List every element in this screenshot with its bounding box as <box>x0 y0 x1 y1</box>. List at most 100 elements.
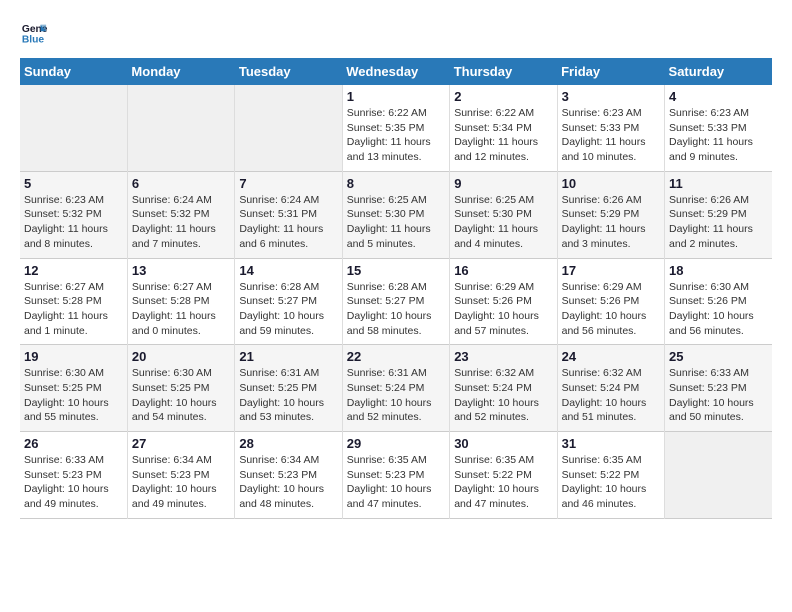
calendar-cell: 23Sunrise: 6:32 AMSunset: 5:24 PMDayligh… <box>450 345 557 432</box>
calendar-header-row: SundayMondayTuesdayWednesdayThursdayFrid… <box>20 58 772 85</box>
day-info: Sunrise: 6:29 AMSunset: 5:26 PMDaylight:… <box>454 280 552 339</box>
weekday-header: Saturday <box>665 58 772 85</box>
calendar-cell: 31 Sunrise: 6:35 AMSunset: 5:22 PMDayligh… <box>557 432 664 519</box>
day-number: 21 <box>239 349 337 364</box>
day-number: 5 <box>24 176 123 191</box>
day-number: 16 <box>454 263 552 278</box>
day-info: Sunrise: 6:33 AMSunset: 5:23 PMDaylight:… <box>669 366 768 425</box>
day-number: 12 <box>24 263 123 278</box>
day-info: Sunrise: 6:30 AMSunset: 5:25 PMDaylight:… <box>132 366 230 425</box>
day-info: Sunrise: 6:28 AMSunset: 5:27 PMDaylight:… <box>239 280 337 339</box>
calendar-cell: 18Sunrise: 6:30 AMSunset: 5:26 PMDayligh… <box>665 258 772 345</box>
day-number: 24 <box>562 349 660 364</box>
logo: General Blue <box>20 20 50 48</box>
calendar-cell: 14Sunrise: 6:28 AMSunset: 5:27 PMDayligh… <box>235 258 342 345</box>
day-number: 30 <box>454 436 552 451</box>
calendar-week-row: 1 Sunrise: 6:22 AMSunset: 5:35 PMDaylight… <box>20 85 772 171</box>
day-number: 7 <box>239 176 337 191</box>
day-info: Sunrise: 6:34 AMSunset: 5:23 PMDaylight:… <box>239 453 337 512</box>
day-number: 6 <box>132 176 230 191</box>
day-info: Sunrise: 6:24 AMSunset: 5:31 PMDaylight:… <box>239 193 337 252</box>
calendar-week-row: 26 Sunrise: 6:33 AMSunset: 5:23 PMDayligh… <box>20 432 772 519</box>
day-number: 17 <box>562 263 660 278</box>
day-info: Sunrise: 6:30 AMSunset: 5:25 PMDaylight:… <box>24 366 123 425</box>
calendar-cell: 5 Sunrise: 6:23 AMSunset: 5:32 PMDaylight… <box>20 171 127 258</box>
day-number: 27 <box>132 436 230 451</box>
day-number: 9 <box>454 176 552 191</box>
calendar-cell: 13 Sunrise: 6:27 AMSunset: 5:28 PMDayligh… <box>127 258 234 345</box>
weekday-header: Monday <box>127 58 234 85</box>
calendar-cell: 12 Sunrise: 6:27 AMSunset: 5:28 PMDayligh… <box>20 258 127 345</box>
day-info: Sunrise: 6:23 AMSunset: 5:33 PMDaylight:… <box>562 106 660 165</box>
calendar-cell <box>20 85 127 171</box>
day-number: 3 <box>562 89 660 104</box>
logo-icon: General Blue <box>20 20 48 48</box>
day-number: 23 <box>454 349 552 364</box>
weekday-header: Friday <box>557 58 664 85</box>
day-number: 31 <box>562 436 660 451</box>
calendar-cell <box>665 432 772 519</box>
calendar-cell: 11 Sunrise: 6:26 AMSunset: 5:29 PMDayligh… <box>665 171 772 258</box>
day-info: Sunrise: 6:29 AMSunset: 5:26 PMDaylight:… <box>562 280 660 339</box>
day-info: Sunrise: 6:35 AMSunset: 5:23 PMDaylight:… <box>347 453 445 512</box>
calendar-cell: 25 Sunrise: 6:33 AMSunset: 5:23 PMDayligh… <box>665 345 772 432</box>
calendar-cell: 4Sunrise: 6:23 AMSunset: 5:33 PMDaylight… <box>665 85 772 171</box>
calendar-cell: 8 Sunrise: 6:25 AMSunset: 5:30 PMDaylight… <box>342 171 449 258</box>
day-info: Sunrise: 6:27 AMSunset: 5:28 PMDaylight:… <box>132 280 230 339</box>
day-info: Sunrise: 6:22 AMSunset: 5:34 PMDaylight:… <box>454 106 552 165</box>
day-info: Sunrise: 6:31 AMSunset: 5:24 PMDaylight:… <box>347 366 445 425</box>
day-info: Sunrise: 6:23 AMSunset: 5:32 PMDaylight:… <box>24 193 123 252</box>
calendar-cell: 29 Sunrise: 6:35 AMSunset: 5:23 PMDayligh… <box>342 432 449 519</box>
calendar-cell: 22 Sunrise: 6:31 AMSunset: 5:24 PMDayligh… <box>342 345 449 432</box>
day-number: 28 <box>239 436 337 451</box>
calendar-cell: 15Sunrise: 6:28 AMSunset: 5:27 PMDayligh… <box>342 258 449 345</box>
calendar-cell: 26 Sunrise: 6:33 AMSunset: 5:23 PMDayligh… <box>20 432 127 519</box>
weekday-header: Tuesday <box>235 58 342 85</box>
day-number: 29 <box>347 436 445 451</box>
day-info: Sunrise: 6:31 AMSunset: 5:25 PMDaylight:… <box>239 366 337 425</box>
day-info: Sunrise: 6:34 AMSunset: 5:23 PMDaylight:… <box>132 453 230 512</box>
calendar-cell: 2Sunrise: 6:22 AMSunset: 5:34 PMDaylight… <box>450 85 557 171</box>
weekday-header: Sunday <box>20 58 127 85</box>
calendar-week-row: 19 Sunrise: 6:30 AMSunset: 5:25 PMDayligh… <box>20 345 772 432</box>
calendar-cell: 28 Sunrise: 6:34 AMSunset: 5:23 PMDayligh… <box>235 432 342 519</box>
day-info: Sunrise: 6:25 AMSunset: 5:30 PMDaylight:… <box>347 193 445 252</box>
day-number: 20 <box>132 349 230 364</box>
calendar-cell: 17 Sunrise: 6:29 AMSunset: 5:26 PMDayligh… <box>557 258 664 345</box>
day-number: 8 <box>347 176 445 191</box>
calendar-cell: 20 Sunrise: 6:30 AMSunset: 5:25 PMDayligh… <box>127 345 234 432</box>
calendar-cell: 27 Sunrise: 6:34 AMSunset: 5:23 PMDayligh… <box>127 432 234 519</box>
weekday-header: Thursday <box>450 58 557 85</box>
day-number: 25 <box>669 349 768 364</box>
day-info: Sunrise: 6:22 AMSunset: 5:35 PMDaylight:… <box>347 106 445 165</box>
day-info: Sunrise: 6:26 AMSunset: 5:29 PMDaylight:… <box>669 193 768 252</box>
day-info: Sunrise: 6:32 AMSunset: 5:24 PMDaylight:… <box>562 366 660 425</box>
day-number: 4 <box>669 89 768 104</box>
calendar-week-row: 12 Sunrise: 6:27 AMSunset: 5:28 PMDayligh… <box>20 258 772 345</box>
day-number: 26 <box>24 436 123 451</box>
day-number: 19 <box>24 349 123 364</box>
day-number: 22 <box>347 349 445 364</box>
calendar-table: SundayMondayTuesdayWednesdayThursdayFrid… <box>20 58 772 519</box>
calendar-cell: 16 Sunrise: 6:29 AMSunset: 5:26 PMDayligh… <box>450 258 557 345</box>
calendar-cell: 1 Sunrise: 6:22 AMSunset: 5:35 PMDaylight… <box>342 85 449 171</box>
calendar-cell <box>127 85 234 171</box>
day-info: Sunrise: 6:35 AMSunset: 5:22 PMDaylight:… <box>562 453 660 512</box>
calendar-cell <box>235 85 342 171</box>
day-info: Sunrise: 6:33 AMSunset: 5:23 PMDaylight:… <box>24 453 123 512</box>
day-info: Sunrise: 6:25 AMSunset: 5:30 PMDaylight:… <box>454 193 552 252</box>
calendar-cell: 7 Sunrise: 6:24 AMSunset: 5:31 PMDaylight… <box>235 171 342 258</box>
day-info: Sunrise: 6:27 AMSunset: 5:28 PMDaylight:… <box>24 280 123 339</box>
calendar-cell: 9 Sunrise: 6:25 AMSunset: 5:30 PMDaylight… <box>450 171 557 258</box>
weekday-header: Wednesday <box>342 58 449 85</box>
day-number: 1 <box>347 89 445 104</box>
day-number: 10 <box>562 176 660 191</box>
calendar-cell: 21 Sunrise: 6:31 AMSunset: 5:25 PMDayligh… <box>235 345 342 432</box>
page-header: General Blue <box>20 20 772 48</box>
calendar-cell: 3 Sunrise: 6:23 AMSunset: 5:33 PMDaylight… <box>557 85 664 171</box>
day-info: Sunrise: 6:24 AMSunset: 5:32 PMDaylight:… <box>132 193 230 252</box>
day-number: 11 <box>669 176 768 191</box>
day-number: 13 <box>132 263 230 278</box>
day-number: 18 <box>669 263 768 278</box>
svg-text:Blue: Blue <box>22 34 45 45</box>
